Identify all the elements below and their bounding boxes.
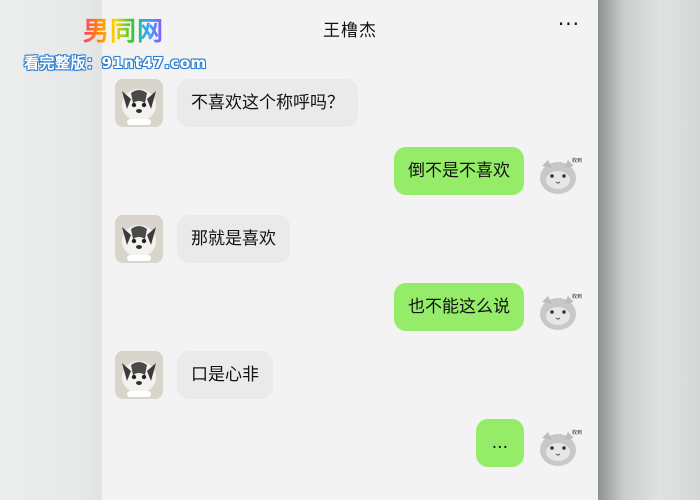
message-bubble-sent[interactable]: 也不能这么说 bbox=[394, 283, 524, 331]
chat-window: 王橹杰 ··· 不喜欢这个称呼吗？ 倒不是不喜欢 收到 那就是喜欢 也不能这么说… bbox=[102, 0, 598, 500]
user-avatar[interactable]: 收到 bbox=[536, 286, 584, 334]
watermark-logo: 男同网 bbox=[83, 11, 164, 48]
watermark-url: 看完整版：91nt47.com bbox=[24, 54, 207, 72]
contact-avatar[interactable] bbox=[115, 79, 163, 127]
user-avatar[interactable]: 收到 bbox=[536, 422, 584, 470]
chat-header: 王橹杰 ··· bbox=[102, 0, 598, 58]
message-bubble-received[interactable]: 不喜欢这个称呼吗？ bbox=[177, 79, 358, 127]
chat-title: 王橹杰 bbox=[323, 21, 377, 41]
contact-avatar[interactable] bbox=[115, 215, 163, 263]
more-options-icon[interactable]: ··· bbox=[558, 12, 580, 36]
background-right bbox=[598, 0, 700, 500]
sticker-text: 收到 bbox=[572, 293, 582, 300]
sticker-text: 收到 bbox=[572, 429, 582, 436]
sticker-text: 收到 bbox=[572, 157, 582, 164]
message-bubble-received[interactable]: 那就是喜欢 bbox=[177, 215, 290, 263]
message-bubble-received[interactable]: 口是心非 bbox=[177, 351, 273, 399]
user-avatar[interactable]: 收到 bbox=[536, 150, 584, 198]
message-bubble-sent[interactable]: ... bbox=[475, 419, 524, 467]
message-bubble-sent[interactable]: 倒不是不喜欢 bbox=[394, 147, 524, 195]
contact-avatar[interactable] bbox=[115, 351, 163, 399]
